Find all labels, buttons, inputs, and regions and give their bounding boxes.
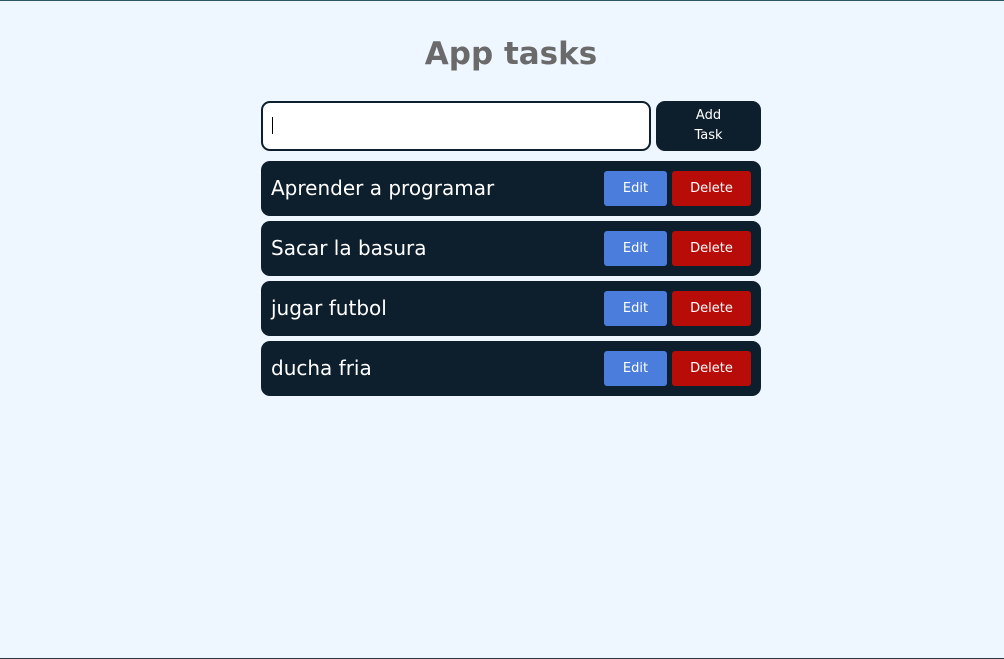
page-title: App tasks <box>424 36 598 72</box>
task-item: Aprender a programar Edit Delete <box>261 161 761 216</box>
task-text: Sacar la basura <box>271 236 427 260</box>
edit-button[interactable]: Edit <box>604 231 667 266</box>
task-form: Add Task <box>261 101 761 151</box>
delete-button[interactable]: Delete <box>672 171 751 206</box>
task-text: ducha fria <box>271 356 372 380</box>
task-item: jugar futbol Edit Delete <box>261 281 761 336</box>
edit-button[interactable]: Edit <box>604 291 667 326</box>
task-input[interactable] <box>261 101 651 151</box>
text-caret <box>272 117 273 134</box>
add-task-label-line1: Add <box>695 108 722 123</box>
task-item: ducha fria Edit Delete <box>261 341 761 396</box>
add-task-button[interactable]: Add Task <box>656 101 761 151</box>
delete-button[interactable]: Delete <box>672 291 751 326</box>
delete-button[interactable]: Delete <box>672 231 751 266</box>
task-list: Aprender a programar Edit Delete Sacar l… <box>261 161 761 401</box>
add-task-label-line2: Task <box>694 128 723 143</box>
delete-button[interactable]: Delete <box>672 351 751 386</box>
edit-button[interactable]: Edit <box>604 171 667 206</box>
task-text: jugar futbol <box>271 296 387 320</box>
task-text: Aprender a programar <box>271 176 495 200</box>
task-item: Sacar la basura Edit Delete <box>261 221 761 276</box>
edit-button[interactable]: Edit <box>604 351 667 386</box>
